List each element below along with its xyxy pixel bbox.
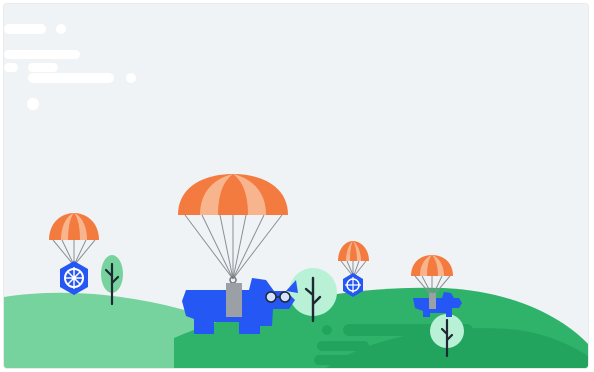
cloud-streak-icon xyxy=(4,50,80,59)
ground-stripe xyxy=(314,355,484,365)
parachute-illustration xyxy=(4,4,588,368)
ground-dot xyxy=(322,325,332,335)
cloud-dot-icon xyxy=(126,73,136,83)
cloud-streak-icon xyxy=(28,63,58,72)
cloud-streak-icon xyxy=(4,24,46,34)
cloud-dot-icon xyxy=(27,98,39,110)
cloud-streak-icon xyxy=(28,73,114,83)
bull-eye-left xyxy=(265,291,277,303)
illustration-stage xyxy=(0,0,594,372)
bull-eye-right xyxy=(279,291,291,303)
cargo-harness xyxy=(429,293,436,309)
ground-stripe xyxy=(317,341,369,351)
cloud-dot-icon xyxy=(56,24,66,34)
cargo-harness xyxy=(226,283,242,317)
cloud-streak-icon xyxy=(4,63,18,72)
illustration-card xyxy=(4,4,588,368)
